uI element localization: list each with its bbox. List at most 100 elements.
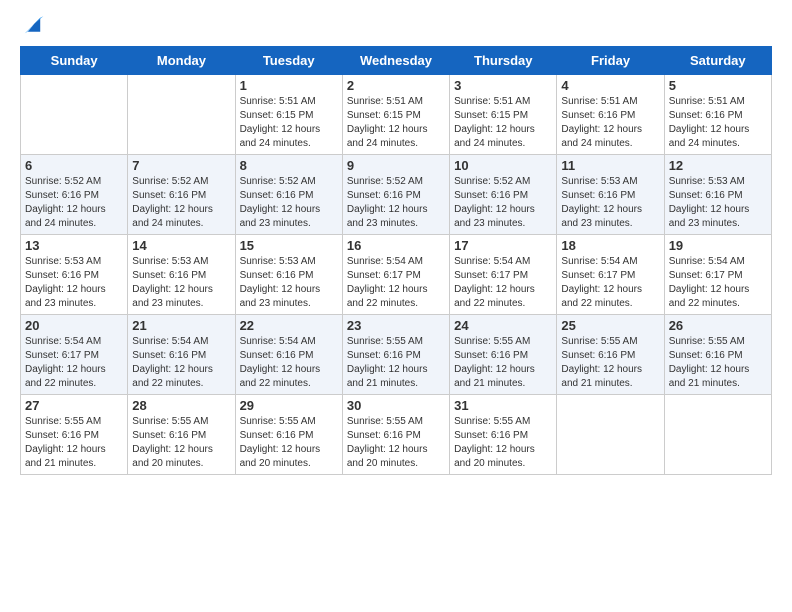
day-info: Sunrise: 5:55 AM Sunset: 6:16 PM Dayligh…	[132, 415, 230, 471]
calendar-week-3: 13 Sunrise: 5:53 AM Sunset: 6:16 PM Dayli…	[21, 235, 772, 315]
day-number: 13	[25, 238, 123, 253]
day-info: Sunrise: 5:51 AM Sunset: 6:15 PM Dayligh…	[347, 95, 445, 151]
day-number: 2	[347, 78, 445, 93]
day-number: 16	[347, 238, 445, 253]
day-number: 3	[454, 78, 552, 93]
calendar-header-tuesday: Tuesday	[235, 47, 342, 75]
day-info: Sunrise: 5:55 AM Sunset: 6:16 PM Dayligh…	[240, 415, 338, 471]
day-info: Sunrise: 5:54 AM Sunset: 6:16 PM Dayligh…	[240, 335, 338, 391]
day-info: Sunrise: 5:54 AM Sunset: 6:17 PM Dayligh…	[25, 335, 123, 391]
day-info: Sunrise: 5:55 AM Sunset: 6:16 PM Dayligh…	[454, 335, 552, 391]
day-info: Sunrise: 5:55 AM Sunset: 6:16 PM Dayligh…	[347, 335, 445, 391]
day-number: 17	[454, 238, 552, 253]
calendar-cell: 1 Sunrise: 5:51 AM Sunset: 6:15 PM Daylig…	[235, 75, 342, 155]
day-info: Sunrise: 5:55 AM Sunset: 6:16 PM Dayligh…	[561, 335, 659, 391]
calendar-week-1: 1 Sunrise: 5:51 AM Sunset: 6:15 PM Daylig…	[21, 75, 772, 155]
day-info: Sunrise: 5:51 AM Sunset: 6:15 PM Dayligh…	[240, 95, 338, 151]
day-info: Sunrise: 5:51 AM Sunset: 6:15 PM Dayligh…	[454, 95, 552, 151]
calendar-cell: 31Sunrise: 5:55 AM Sunset: 6:16 PM Dayli…	[450, 395, 557, 475]
calendar-cell: 7Sunrise: 5:52 AM Sunset: 6:16 PM Daylig…	[128, 155, 235, 235]
calendar-cell: 25 Sunrise: 5:55 AM Sunset: 6:16 PM Dayli…	[557, 315, 664, 395]
calendar-cell	[557, 395, 664, 475]
calendar-cell	[128, 75, 235, 155]
day-info: Sunrise: 5:52 AM Sunset: 6:16 PM Dayligh…	[454, 175, 552, 231]
day-info: Sunrise: 5:55 AM Sunset: 6:16 PM Dayligh…	[347, 415, 445, 471]
calendar-cell: 15 Sunrise: 5:53 AM Sunset: 6:16 PM Dayli…	[235, 235, 342, 315]
calendar-cell: 18 Sunrise: 5:54 AM Sunset: 6:17 PM Dayli…	[557, 235, 664, 315]
calendar-cell: 17 Sunrise: 5:54 AM Sunset: 6:17 PM Dayli…	[450, 235, 557, 315]
day-number: 18	[561, 238, 659, 253]
day-number: 24	[454, 318, 552, 333]
calendar-cell: 9Sunrise: 5:52 AM Sunset: 6:16 PM Daylig…	[342, 155, 449, 235]
day-number: 14	[132, 238, 230, 253]
day-number: 8	[240, 158, 338, 173]
day-number: 25	[561, 318, 659, 333]
day-info: Sunrise: 5:55 AM Sunset: 6:16 PM Dayligh…	[669, 335, 767, 391]
day-number: 28	[132, 398, 230, 413]
calendar-header-wednesday: Wednesday	[342, 47, 449, 75]
day-number: 1	[240, 78, 338, 93]
day-number: 29	[240, 398, 338, 413]
calendar-cell: 21 Sunrise: 5:54 AM Sunset: 6:16 PM Dayli…	[128, 315, 235, 395]
calendar-cell: 11 Sunrise: 5:53 AM Sunset: 6:16 PM Dayli…	[557, 155, 664, 235]
day-number: 6	[25, 158, 123, 173]
day-number: 4	[561, 78, 659, 93]
calendar-week-2: 6 Sunrise: 5:52 AM Sunset: 6:16 PM Daylig…	[21, 155, 772, 235]
calendar-cell: 6Sunrise: 5:52 AM Sunset: 6:16 PM Daylig…	[21, 155, 128, 235]
calendar-cell: 29 Sunrise: 5:55 AM Sunset: 6:16 PM Dayli…	[235, 395, 342, 475]
calendar-header-monday: Monday	[128, 47, 235, 75]
calendar-header-thursday: Thursday	[450, 47, 557, 75]
day-info: Sunrise: 5:53 AM Sunset: 6:16 PM Dayligh…	[561, 175, 659, 231]
day-number: 23	[347, 318, 445, 333]
calendar-cell: 28 Sunrise: 5:55 AM Sunset: 6:16 PM Dayli…	[128, 395, 235, 475]
day-number: 30	[347, 398, 445, 413]
calendar-cell: 20 Sunrise: 5:54 AM Sunset: 6:17 PM Dayli…	[21, 315, 128, 395]
calendar-cell: 30 Sunrise: 5:55 AM Sunset: 6:16 PM Dayli…	[342, 395, 449, 475]
day-info: Sunrise: 5:55 AM Sunset: 6:16 PM Dayligh…	[454, 415, 552, 471]
day-info: Sunrise: 5:54 AM Sunset: 6:17 PM Dayligh…	[347, 255, 445, 311]
calendar-cell: 24 Sunrise: 5:55 AM Sunset: 6:16 PM Dayli…	[450, 315, 557, 395]
calendar-cell: 26 Sunrise: 5:55 AM Sunset: 6:16 PM Dayli…	[664, 315, 771, 395]
day-info: Sunrise: 5:54 AM Sunset: 6:17 PM Dayligh…	[454, 255, 552, 311]
logo-icon	[20, 10, 48, 38]
logo	[20, 10, 52, 38]
day-number: 21	[132, 318, 230, 333]
day-info: Sunrise: 5:54 AM Sunset: 6:16 PM Dayligh…	[132, 335, 230, 391]
day-info: Sunrise: 5:53 AM Sunset: 6:16 PM Dayligh…	[240, 255, 338, 311]
day-number: 11	[561, 158, 659, 173]
calendar-header-row: SundayMondayTuesdayWednesdayThursdayFrid…	[21, 47, 772, 75]
day-info: Sunrise: 5:53 AM Sunset: 6:16 PM Dayligh…	[132, 255, 230, 311]
calendar-header-saturday: Saturday	[664, 47, 771, 75]
calendar-cell: 3 Sunrise: 5:51 AM Sunset: 6:15 PM Daylig…	[450, 75, 557, 155]
page-header	[20, 10, 772, 38]
calendar-cell: 14 Sunrise: 5:53 AM Sunset: 6:16 PM Dayli…	[128, 235, 235, 315]
day-info: Sunrise: 5:51 AM Sunset: 6:16 PM Dayligh…	[669, 95, 767, 151]
day-number: 7	[132, 158, 230, 173]
calendar-header-sunday: Sunday	[21, 47, 128, 75]
calendar-week-4: 20 Sunrise: 5:54 AM Sunset: 6:17 PM Dayli…	[21, 315, 772, 395]
day-number: 22	[240, 318, 338, 333]
calendar-cell: 5 Sunrise: 5:51 AM Sunset: 6:16 PM Daylig…	[664, 75, 771, 155]
calendar-cell: 2 Sunrise: 5:51 AM Sunset: 6:15 PM Daylig…	[342, 75, 449, 155]
day-info: Sunrise: 5:53 AM Sunset: 6:16 PM Dayligh…	[669, 175, 767, 231]
day-info: Sunrise: 5:53 AM Sunset: 6:16 PM Dayligh…	[25, 255, 123, 311]
calendar-cell: 8 Sunrise: 5:52 AM Sunset: 6:16 PM Daylig…	[235, 155, 342, 235]
calendar-week-5: 27Sunrise: 5:55 AM Sunset: 6:16 PM Dayli…	[21, 395, 772, 475]
day-info: Sunrise: 5:54 AM Sunset: 6:17 PM Dayligh…	[669, 255, 767, 311]
day-info: Sunrise: 5:54 AM Sunset: 6:17 PM Dayligh…	[561, 255, 659, 311]
day-info: Sunrise: 5:52 AM Sunset: 6:16 PM Dayligh…	[347, 175, 445, 231]
day-info: Sunrise: 5:52 AM Sunset: 6:16 PM Dayligh…	[240, 175, 338, 231]
day-number: 12	[669, 158, 767, 173]
calendar-header-friday: Friday	[557, 47, 664, 75]
calendar-cell	[664, 395, 771, 475]
calendar-cell: 13 Sunrise: 5:53 AM Sunset: 6:16 PM Dayli…	[21, 235, 128, 315]
calendar-cell: 12 Sunrise: 5:53 AM Sunset: 6:16 PM Dayli…	[664, 155, 771, 235]
day-number: 10	[454, 158, 552, 173]
day-number: 15	[240, 238, 338, 253]
calendar-table: SundayMondayTuesdayWednesdayThursdayFrid…	[20, 46, 772, 475]
day-number: 20	[25, 318, 123, 333]
day-number: 5	[669, 78, 767, 93]
calendar-cell: 22 Sunrise: 5:54 AM Sunset: 6:16 PM Dayli…	[235, 315, 342, 395]
day-number: 19	[669, 238, 767, 253]
day-number: 26	[669, 318, 767, 333]
